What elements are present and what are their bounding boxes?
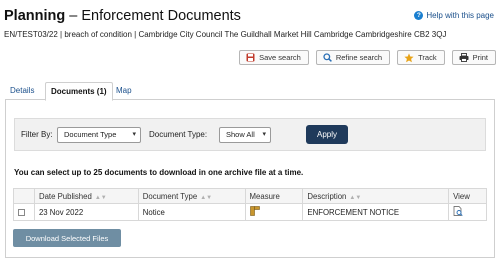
description-cell: ENFORCEMENT NOTICE [302,203,450,221]
save-search-icon [246,53,255,62]
star-icon [404,52,414,62]
tab-map[interactable]: Map [111,82,137,100]
row-select-cell [13,203,35,221]
action-toolbar: Save search Refine search Track Print [239,50,496,65]
date-published-cell: 23 Nov 2022 [33,203,139,221]
tab-details[interactable]: Details [5,82,39,100]
track-label: Track [418,53,437,62]
row-checkbox[interactable] [18,208,25,216]
sort-icon: ▲▼ [349,194,362,201]
magnifier-icon [323,53,332,62]
tab-bar: Details Documents (1) Map [5,82,495,101]
filter-bar: Filter By: Document Type ▾ Document Type… [14,118,486,151]
documents-panel: Filter By: Document Type ▾ Document Type… [5,100,495,258]
measure-cell [244,203,304,221]
download-selected-button[interactable]: Download Selected Files [13,229,121,247]
refine-search-label: Refine search [335,53,383,62]
view-cell [448,203,487,221]
table-row: 23 Nov 2022 Notice ENFORCEMENT NOTICE [13,203,487,221]
select-column-header [13,188,35,204]
column-header-document-type[interactable]: Document Type ▲▼ [137,188,246,204]
view-document-icon[interactable] [453,206,463,216]
filter-by-value: Document Type [64,130,117,139]
help-icon: ? [414,11,424,20]
page-title-rest: – Enforcement Documents [65,8,241,24]
column-header-view: View [448,188,487,204]
measure-ruler-icon[interactable] [249,206,260,216]
sort-icon: ▲▼ [94,194,107,201]
save-search-button[interactable]: Save search [239,50,309,65]
document-type-label: Document Type: [149,130,208,139]
chevron-down-icon: ▾ [262,131,266,138]
documents-table: Date Published ▲▼ Document Type ▲▼ Measure… [13,188,487,221]
column-header-measure: Measure [244,188,304,204]
page-header: Planning – Enforcement Documents ? Help … [4,6,496,26]
column-header-description[interactable]: Description ▲▼ [302,188,450,204]
table-header-row: Date Published ▲▼ Document Type ▲▼ Measure… [13,188,487,204]
download-limit-note: You can select up to 25 documents to dow… [14,168,304,177]
document-type-select[interactable]: Show All ▾ [219,127,271,143]
document-type-value: Show All [226,130,255,139]
printer-icon [459,53,469,62]
track-button[interactable]: Track [397,50,445,65]
chevron-down-icon: ▾ [132,131,136,138]
help-link-label: Help with this page [426,11,494,20]
refine-search-button[interactable]: Refine search [315,50,391,65]
column-header-date-published[interactable]: Date Published ▲▼ [33,188,139,204]
filter-by-select[interactable]: Document Type ▾ [57,127,141,143]
application-reference: EN/TEST03/22 | breach of condition | Cam… [4,30,447,39]
apply-button[interactable]: Apply [306,125,348,144]
filter-by-label: Filter By: [21,130,53,139]
page-title-strong: Planning [4,8,66,24]
document-type-cell: Notice [137,203,246,221]
save-search-label: Save search [259,53,301,62]
print-label: Print [472,53,488,62]
tab-documents[interactable]: Documents (1) [45,82,113,101]
help-link[interactable]: ? Help with this page [414,11,494,20]
sort-icon: ▲▼ [200,194,213,201]
print-button[interactable]: Print [451,50,496,65]
